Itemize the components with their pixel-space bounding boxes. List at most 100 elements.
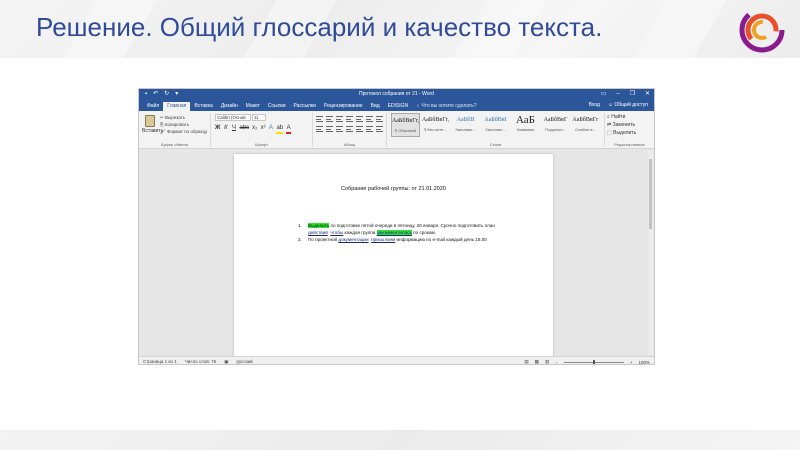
copy-button[interactable]: ⎘ Копировать [160,122,189,127]
strikethrough-icon[interactable]: abc [239,125,249,134]
justify-icon[interactable] [346,126,353,132]
style-heading-1[interactable]: АаБбВ Заголово... [451,113,480,137]
decrease-indent-icon[interactable] [346,116,353,122]
zoom-out-icon[interactable]: − [555,360,558,365]
style-no-spacing[interactable]: АаБбВвГг, ¶ Без инте... [421,113,450,137]
status-right: ▤ ▦ ▥ − + 100% [524,359,650,365]
zoom-thumb[interactable] [592,359,595,364]
italic-icon[interactable]: К [223,125,228,134]
underline-icon[interactable]: Ч [231,125,236,134]
style-heading-2[interactable]: АаБбВвІ Заголово... [481,113,510,137]
web-layout-icon[interactable]: ▥ [545,359,549,364]
style-subtitle[interactable]: АаБбВвГ Подзагол... [541,113,570,137]
bullets-icon[interactable] [316,116,323,122]
word-window: ▪ ↶ ↻ ▾ Протокол собрания от 21 - Word ▭… [138,88,655,365]
maximize-icon[interactable]: ❐ [630,90,635,98]
tab-insert[interactable]: Вставка [190,102,217,111]
bold-icon[interactable]: Ж [215,125,220,134]
vertical-scrollbar[interactable] [648,151,653,355]
shading-icon[interactable] [366,126,373,132]
sign-in-link[interactable]: Вход [589,102,600,108]
style-sample: АаБбВвГг, [392,118,419,124]
language-indicator[interactable]: русский [237,359,253,364]
paragraph-row-1 [316,116,383,122]
paste-label: Вставить [142,128,164,134]
cut-button[interactable]: ✂ Вырезать [160,115,185,121]
account-area: Вход ☺ Общий доступ [589,102,648,108]
print-layout-icon[interactable]: ▦ [535,359,539,364]
tab-layout[interactable]: Макет [242,102,264,111]
tab-file[interactable]: Файл [143,102,163,111]
style-sample: АаБ [516,114,535,126]
list-item: 1. Выделить по подготовке пятой очереди … [298,222,538,236]
highlight-color-icon[interactable]: ab [276,125,284,134]
text-effects-icon[interactable]: A [268,125,273,134]
share-button[interactable]: ☺ Общий доступ [608,102,648,108]
zoom-slider[interactable] [563,359,624,364]
borders-icon[interactable] [376,126,383,132]
tab-review[interactable]: Рецензирование [320,102,367,111]
tab-references[interactable]: Ссылки [264,102,290,111]
scrollbar-thumb[interactable] [649,159,652,229]
cut-label: Вырезать [165,115,186,120]
replace-label: Заменить [612,122,636,128]
close-icon[interactable]: ✕ [645,90,650,98]
ribbon-tabs: Файл Главная Вставка Дизайн Макет Ссылки… [139,100,654,111]
font-size-select[interactable]: 11 [252,114,266,121]
underlined-text: документации [338,237,369,242]
multilevel-list-icon[interactable] [336,116,343,122]
align-center-icon[interactable] [326,126,333,132]
proofing-icon[interactable]: ▣ [224,359,228,364]
replace-button[interactable]: ⇄ Заменить [607,122,635,128]
style-title[interactable]: АаБ Название [511,113,540,137]
style-subtle-emphasis[interactable]: АаБбВвГг Слабое в... [571,113,600,137]
tab-view[interactable]: Вид [367,102,384,111]
read-mode-icon[interactable]: ▤ [524,359,528,364]
find-button[interactable]: ⌕ Найти [607,114,625,120]
subscript-icon[interactable]: x₂ [252,125,257,134]
font-color-icon[interactable]: A [286,125,292,134]
superscript-icon[interactable]: x² [260,125,265,134]
show-marks-icon[interactable] [376,116,383,122]
body-text: По проектной [308,237,339,242]
list-number: 2. [298,237,302,242]
tab-design[interactable]: Дизайн [217,102,242,111]
format-painter-button[interactable]: 🖌 Формат по образцу [160,129,207,135]
zoom-in-icon[interactable]: + [630,360,633,365]
paragraph-row-2 [316,126,383,132]
align-left-icon[interactable] [316,126,323,132]
slide: Решение. Общий глоссарий и качество текс… [0,0,800,450]
paragraph-group-label: Абзац [343,142,356,147]
list-item: 2. По проектной документации присылаем и… [298,236,538,243]
increase-indent-icon[interactable] [356,116,363,122]
page-count[interactable]: Страница 1 из 1 [143,359,177,364]
select-button[interactable]: ⬚ Выделить [607,130,636,136]
clipboard-icon [145,115,155,127]
tab-mailings[interactable]: Рассылки [290,102,320,111]
window-controls: ▭ – ❐ ✕ [601,90,650,98]
style-normal[interactable]: АаБбВвГг, ¶ Обычный [391,113,420,137]
slide-title: Решение. Общий глоссарий и качество текс… [36,12,603,42]
select-label: Выделить [613,130,637,136]
tab-home[interactable]: Главная [163,102,191,111]
paste-button[interactable]: Вставить [142,115,164,137]
clipboard-group: Вставить ✂ Вырезать ⎘ Копировать 🖌 Форма… [139,113,211,147]
word-count[interactable]: Число слов: 76 [185,359,217,364]
tab-edisign[interactable]: EDISIGN [384,102,413,111]
minimize-icon[interactable]: – [616,90,619,98]
style-sample: АаБбВвІ [484,117,507,123]
line-spacing-icon[interactable] [356,126,363,132]
styles-group-label: Стили [489,142,502,147]
style-name: ¶ Обычный [395,128,416,133]
document-page[interactable]: Собрание рабочей группы: от 21.01.2020 1… [234,154,553,356]
tell-me-input[interactable]: ♁ Что вы хотите сделать? [412,102,480,111]
font-name-select[interactable]: Calibri (Основ [215,114,251,121]
sort-icon[interactable] [366,116,373,122]
body-text: каждая группа [343,230,377,235]
ribbon-home: Вставить ✂ Вырезать ⎘ Копировать 🖌 Форма… [139,111,654,149]
numbering-icon[interactable] [326,116,333,122]
document-area: Собрание рабочей группы: от 21.01.2020 1… [139,150,654,356]
ribbon-options-icon[interactable]: ▭ [601,90,607,98]
align-right-icon[interactable] [336,126,343,132]
zoom-level[interactable]: 100% [638,360,650,365]
